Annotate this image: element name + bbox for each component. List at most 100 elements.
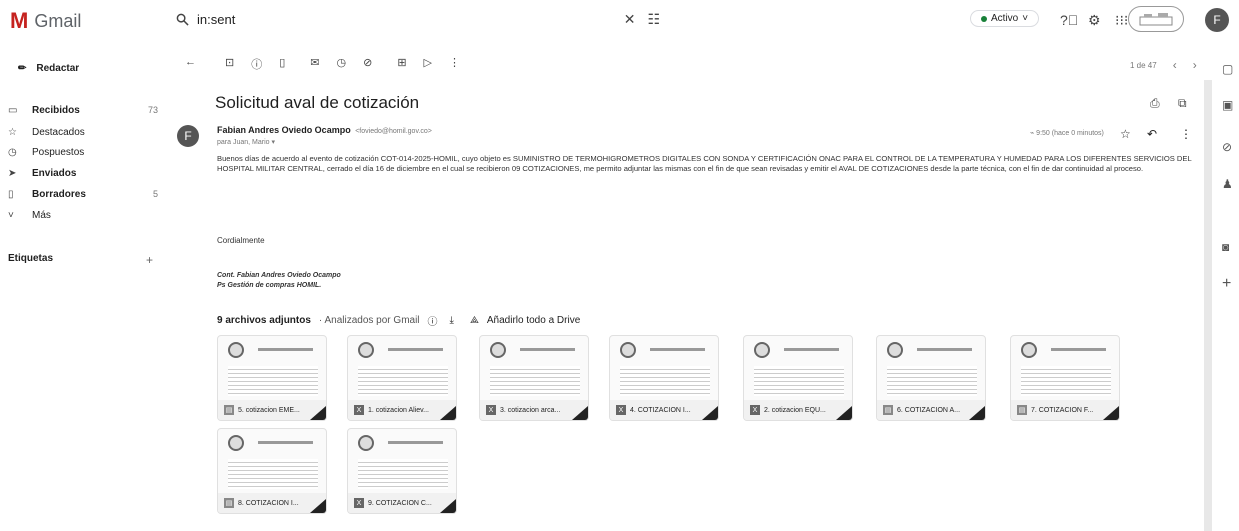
labels-section: Etiquetas +	[8, 253, 153, 267]
attachment-name: 4. COTIZACION I...	[630, 406, 691, 414]
sidebar-item-snoozed[interactable]: ◷ Pospuestos	[8, 144, 158, 160]
addon-icon[interactable]: ◙	[1222, 240, 1229, 254]
sidebar-item-more[interactable]: ˅ Más	[8, 207, 158, 223]
attachment-preview	[754, 366, 844, 396]
attachment-preview	[620, 366, 710, 396]
pencil-icon: ✏	[18, 63, 27, 74]
label-icon[interactable]: ▷	[424, 56, 432, 72]
prev-page-icon[interactable]: ‹	[1173, 58, 1177, 72]
file-type-icon: ▤	[224, 498, 234, 508]
sender[interactable]: Fabian Andres Oviedo Ocampo <foviedo@hom…	[217, 125, 432, 135]
sidebar-item-label: Borradores	[32, 188, 86, 200]
attachment-seal-icon	[490, 342, 506, 358]
scrollbar[interactable]	[1204, 80, 1212, 531]
gear-icon[interactable]: ⚙	[1088, 12, 1101, 29]
attachments-scan-status: · Analizados por Gmail	[318, 315, 420, 326]
mark-unread-icon[interactable]: ✉	[310, 56, 319, 72]
gmail-logo[interactable]: M Gmail	[10, 8, 81, 34]
attachment-preview-header	[520, 348, 575, 351]
sidebar-item-inbox[interactable]: ▭ Recibidos 73	[8, 102, 158, 118]
clear-search-icon[interactable]: ✕	[624, 11, 636, 28]
attachment-preview	[228, 459, 318, 489]
attachment-preview-header	[258, 348, 313, 351]
more-vert-icon[interactable]: ⋮	[1180, 127, 1192, 141]
contacts-icon[interactable]: ♟	[1222, 177, 1233, 191]
sidebar-item-count: 73	[147, 105, 158, 115]
star-message-icon[interactable]: ☆	[1120, 127, 1131, 141]
attachment-seal-icon	[754, 342, 770, 358]
next-page-icon[interactable]: ›	[1193, 58, 1197, 72]
help-icon[interactable]: ?⃝	[1060, 12, 1078, 28]
attachment-tile[interactable]: ▤ 6. COTIZACION A...	[876, 335, 986, 421]
sender-avatar[interactable]: F	[177, 125, 199, 147]
attachment-tile[interactable]: X 9. COTIZACION C...	[347, 428, 457, 514]
back-arrow-icon[interactable]: ←	[185, 56, 196, 72]
attachments-header: 9 archivos adjuntos · Analizados por Gma…	[217, 313, 580, 328]
move-to-icon[interactable]: ⊞	[397, 56, 406, 72]
attachment-name: 6. COTIZACION A...	[897, 406, 961, 414]
more-vert-icon[interactable]: ⋮	[449, 56, 460, 72]
signature-name: Cont. Fabian Andres Oviedo Ocampo	[217, 272, 341, 279]
attachment-tile[interactable]: ▤ 5. cotizacion EME...	[217, 335, 327, 421]
info-icon[interactable]: ⓘ	[428, 313, 438, 328]
attachment-tile[interactable]: X 3. cotizacion arca...	[479, 335, 589, 421]
sidebar-item-sent[interactable]: ➤ Enviados	[8, 165, 158, 181]
sidebar-item-drafts[interactable]: ▯ Borradores 5	[8, 186, 158, 202]
attachment-preview-header	[258, 441, 313, 444]
attachment-fold-corner	[440, 499, 456, 513]
message-regards: Cordialmente	[217, 236, 265, 245]
organization-logo[interactable]	[1128, 6, 1184, 32]
sender-name: Fabian Andres Oviedo Ocampo	[217, 125, 351, 135]
report-spam-icon[interactable]: ⓘ	[251, 56, 262, 72]
draft-icon: ▯	[8, 188, 14, 200]
download-all-icon[interactable]: ⤓	[450, 315, 454, 326]
drive-add-icon[interactable]: ⟁	[470, 315, 479, 326]
signature-role: Ps Gestión de compras HOMIL.	[217, 282, 322, 289]
attachment-preview	[228, 366, 318, 396]
reply-icon[interactable]: ↶	[1147, 127, 1157, 141]
attachment-tile[interactable]: X 1. cotizacion Aliev...	[347, 335, 457, 421]
attachment-seal-icon	[228, 435, 244, 451]
add-task-icon[interactable]: ⊘	[363, 56, 372, 72]
recipients[interactable]: para Juan, Mario ▾	[217, 138, 275, 146]
add-to-drive-button[interactable]: Añadirlo todo a Drive	[487, 315, 580, 326]
pager-text: 1 de 47	[1130, 60, 1157, 70]
file-type-icon: X	[486, 405, 496, 415]
sidebar-item-label: Destacados	[32, 126, 85, 138]
account-avatar[interactable]: F	[1205, 8, 1229, 32]
attachment-preview-header	[650, 348, 705, 351]
search-bar[interactable]: in:sent ✕ ☷	[168, 4, 668, 34]
attachment-seal-icon	[887, 342, 903, 358]
sidebar-item-starred[interactable]: ☆ Destacados	[8, 124, 158, 140]
attachment-tile[interactable]: ▤ 7. COTIZACION F...	[1010, 335, 1120, 421]
search-options-icon[interactable]: ☷	[647, 11, 660, 28]
search-icon[interactable]	[176, 13, 189, 26]
search-input[interactable]: in:sent	[197, 12, 612, 27]
delete-icon[interactable]: ▯	[279, 56, 285, 72]
message-time: ⌁ 9:50 (hace 0 minutos)	[1030, 129, 1104, 137]
add-label-button[interactable]: +	[146, 253, 153, 267]
attachment-tile[interactable]: ▤ 8. COTIZACION I...	[217, 428, 327, 514]
apps-grid-icon[interactable]: ⁝⁝⁝	[1115, 12, 1128, 29]
compose-label: Redactar	[36, 63, 80, 74]
archive-icon[interactable]: ⊡	[225, 56, 234, 72]
snooze-icon[interactable]: ◷	[337, 56, 347, 72]
status-dot-icon	[981, 15, 987, 22]
print-icon[interactable]: ⎙	[1150, 96, 1160, 111]
attachment-name: 9. COTIZACION C...	[368, 499, 432, 507]
open-new-window-icon[interactable]: ⧉	[1178, 96, 1187, 111]
attachment-tile[interactable]: X 2. cotizacion EQU...	[743, 335, 853, 421]
sidebar-item-label: Más	[32, 209, 51, 221]
status-selector[interactable]: Activo ˅	[970, 10, 1040, 27]
add-addon-icon[interactable]: +	[1222, 275, 1231, 293]
sidebar-item-label: Recibidos	[32, 104, 80, 116]
file-type-icon: ▤	[883, 405, 893, 415]
attachment-clip-icon: ⌁	[1030, 130, 1035, 137]
attachment-preview	[358, 459, 448, 489]
tasks-icon[interactable]: ⊘	[1222, 140, 1232, 154]
attachment-tile[interactable]: X 4. COTIZACION I...	[609, 335, 719, 421]
calendar-icon[interactable]: ▢	[1222, 62, 1233, 76]
message-subject: Solicitud aval de cotización	[215, 93, 420, 112]
compose-button[interactable]: ✏ Redactar	[10, 55, 87, 82]
keep-icon[interactable]: ▣	[1222, 98, 1233, 112]
